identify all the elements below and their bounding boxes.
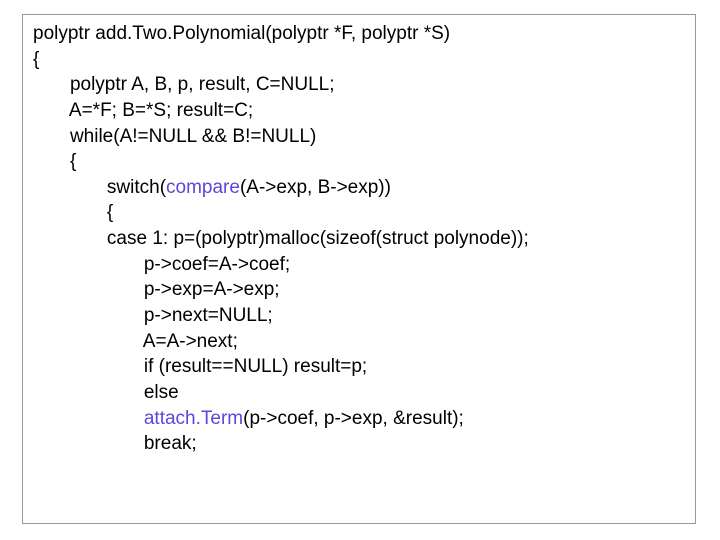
code-line: p->next=NULL; (33, 305, 273, 326)
code-line: while(A!=NULL && B!=NULL) (33, 126, 316, 147)
code-line: { (33, 151, 76, 172)
code-line: case 1: p=(polyptr)malloc(sizeof(struct … (33, 228, 529, 249)
code-line: p->exp=A->exp; (33, 279, 280, 300)
code-line: A=A->next; (33, 331, 238, 352)
fn-attachterm: attach.Term (144, 408, 243, 429)
code-line: else (33, 382, 179, 403)
code-block: polyptr add.Two.Polynomial(polyptr *F, p… (33, 21, 687, 457)
code-line-part: (A->exp, B->exp)) (240, 177, 391, 198)
code-line: if (result==NULL) result=p; (33, 356, 367, 377)
fn-compare: compare (166, 177, 240, 198)
code-line: p->coef=A->coef; (33, 254, 290, 275)
code-line: break; (33, 433, 197, 454)
code-line: polyptr add.Two.Polynomial(polyptr *F, p… (33, 23, 450, 44)
code-line: { (33, 202, 113, 223)
code-line (33, 408, 144, 429)
code-frame: polyptr add.Two.Polynomial(polyptr *F, p… (22, 14, 696, 524)
code-line: switch( (33, 177, 166, 198)
code-line: polyptr A, B, p, result, C=NULL; (33, 74, 335, 95)
code-line: { (33, 49, 39, 70)
code-line-part: (p->coef, p->exp, &result); (243, 408, 464, 429)
code-line: A=*F; B=*S; result=C; (33, 100, 253, 121)
